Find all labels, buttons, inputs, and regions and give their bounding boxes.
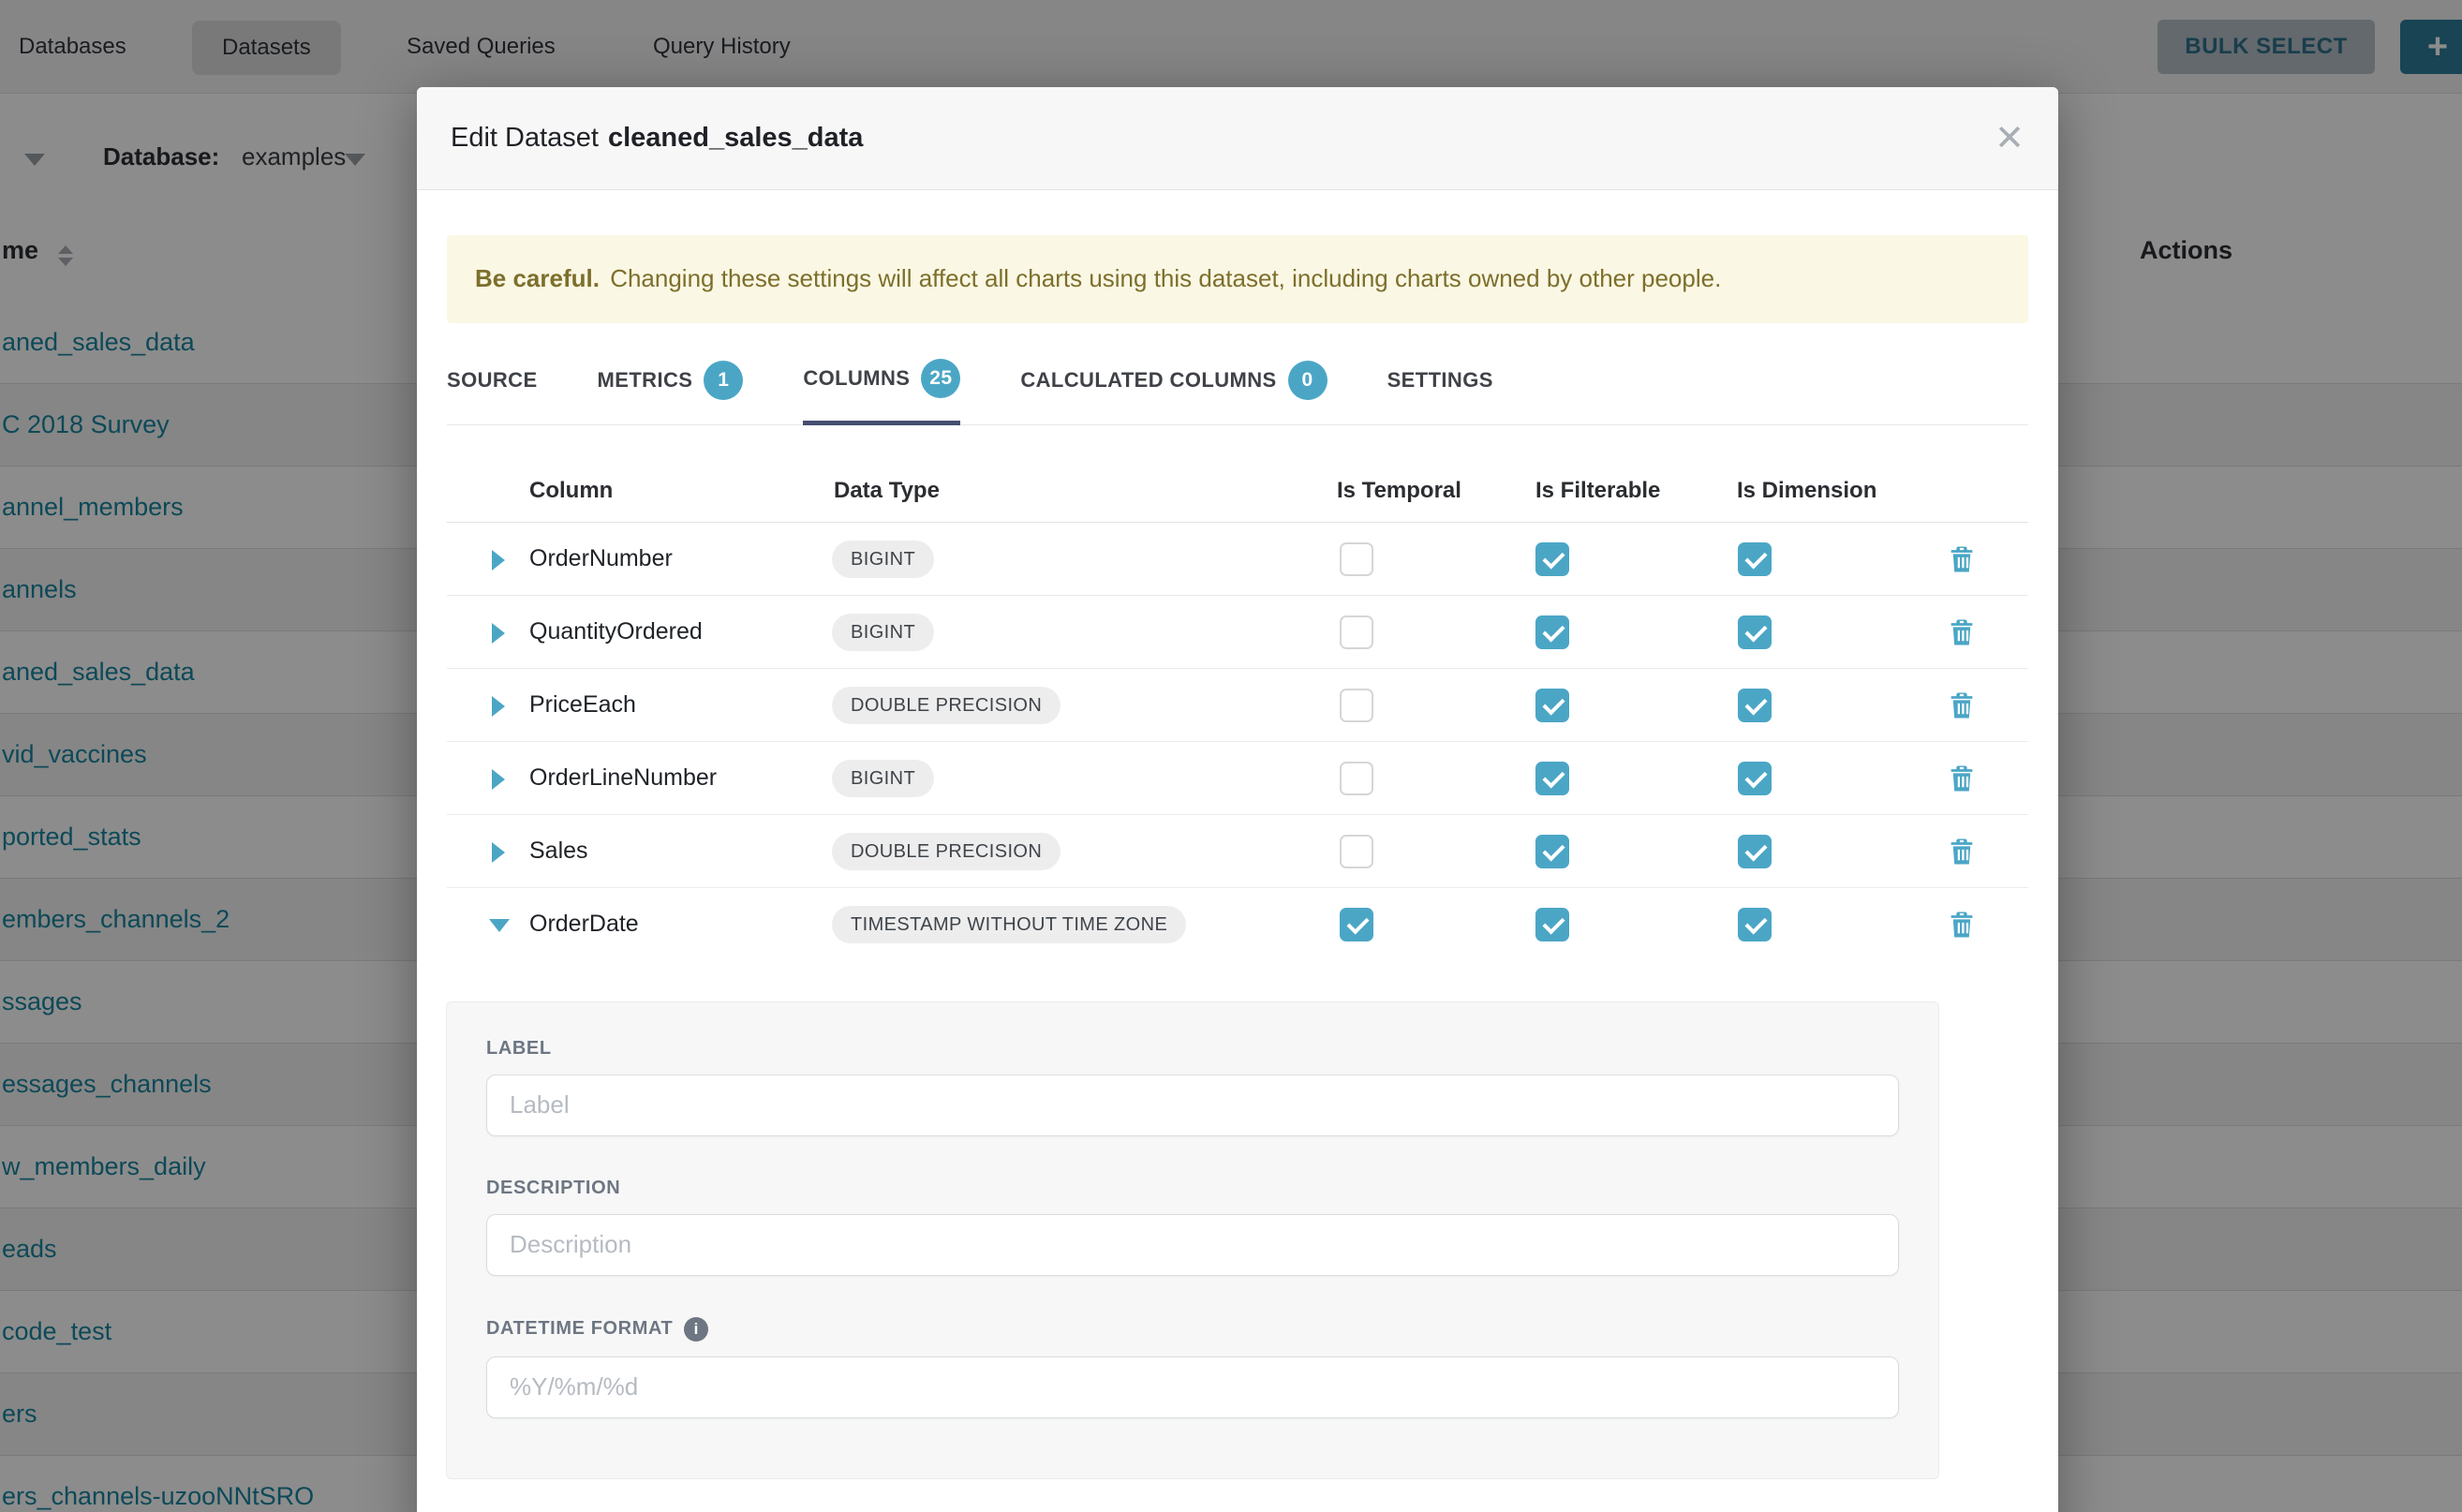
- is-temporal-header: Is Temporal: [1337, 478, 1461, 504]
- expand-caret-icon[interactable]: [492, 623, 505, 644]
- warning-bold: Be careful.: [475, 264, 600, 292]
- expand-caret-icon[interactable]: [492, 550, 505, 571]
- is-dimension-checkbox[interactable]: [1738, 689, 1772, 722]
- expand-caret-icon[interactable]: [492, 769, 505, 790]
- is-filterable-checkbox[interactable]: [1535, 615, 1569, 649]
- is-dimension-checkbox[interactable]: [1738, 542, 1772, 576]
- trash-icon: [1946, 763, 1978, 794]
- is-filterable-checkbox[interactable]: [1535, 908, 1569, 941]
- modal-title: Edit Dataset cleaned_sales_data: [451, 123, 863, 154]
- is-dimension-header: Is Dimension: [1737, 478, 1876, 504]
- is-temporal-checkbox[interactable]: [1340, 908, 1373, 941]
- table-row: OrderLineNumber BIGINT: [447, 742, 2028, 815]
- tab-calculated-columns[interactable]: CALCULATED COLUMNS0: [1020, 359, 1327, 424]
- table-row: Sales DOUBLE PRECISION: [447, 815, 2028, 888]
- is-filterable-checkbox[interactable]: [1535, 762, 1569, 795]
- is-filterable-checkbox[interactable]: [1535, 689, 1569, 722]
- collapse-caret-icon[interactable]: [489, 919, 510, 932]
- is-temporal-checkbox[interactable]: [1340, 542, 1373, 576]
- column-name: OrderLineNumber: [529, 764, 717, 792]
- is-filterable-header: Is Filterable: [1535, 478, 1660, 504]
- data-type-pill: TIMESTAMP WITHOUT TIME ZONE: [832, 906, 1186, 943]
- table-row: OrderNumber BIGINT: [447, 523, 2028, 596]
- column-detail-panel: LABEL DESCRIPTION DATETIME FORMAT i: [446, 1001, 1939, 1479]
- tab-columns[interactable]: COLUMNS25: [803, 359, 960, 425]
- label-field[interactable]: [486, 1075, 1899, 1136]
- delete-column-button[interactable]: [1946, 543, 1978, 575]
- tab-settings[interactable]: SETTINGS: [1387, 359, 1493, 424]
- expand-caret-icon[interactable]: [492, 696, 505, 717]
- modal-title-dataset-name: cleaned_sales_data: [608, 123, 863, 153]
- is-dimension-checkbox[interactable]: [1738, 908, 1772, 941]
- delete-column-button[interactable]: [1946, 763, 1978, 794]
- label-field-label: LABEL: [486, 1038, 1899, 1060]
- is-filterable-checkbox[interactable]: [1535, 835, 1569, 868]
- close-icon[interactable]: ✕: [1995, 121, 2024, 156]
- delete-column-button[interactable]: [1946, 836, 1978, 867]
- tab-metrics[interactable]: METRICS1: [598, 359, 744, 424]
- tab-source[interactable]: SOURCE: [447, 359, 538, 424]
- column-name: OrderNumber: [529, 545, 673, 572]
- warning-text: Changing these settings will affect all …: [610, 264, 1721, 292]
- modal-title-prefix: Edit Dataset: [451, 123, 599, 153]
- trash-icon: [1946, 543, 1978, 575]
- column-name: QuantityOrdered: [529, 618, 703, 645]
- column-name: Sales: [529, 838, 588, 865]
- column-header: Column: [529, 478, 613, 504]
- expand-caret-icon[interactable]: [492, 842, 505, 863]
- data-type-pill: BIGINT: [832, 614, 934, 651]
- data-type-pill: BIGINT: [832, 541, 934, 578]
- data-type-pill: DOUBLE PRECISION: [832, 833, 1060, 870]
- edit-dataset-modal: Edit Dataset cleaned_sales_data ✕ Be care…: [417, 87, 2058, 1512]
- description-field-label: DESCRIPTION: [486, 1178, 1899, 1199]
- modal-header: Edit Dataset cleaned_sales_data ✕: [417, 87, 2058, 190]
- trash-icon: [1946, 689, 1978, 721]
- datetime-format-field[interactable]: [486, 1356, 1899, 1418]
- datetime-format-field-label: DATETIME FORMAT i: [486, 1317, 1899, 1342]
- warning-banner: Be careful. Changing these settings will…: [447, 235, 2028, 323]
- delete-column-button[interactable]: [1946, 689, 1978, 721]
- columns-table: Column Data Type Is Temporal Is Filterab…: [447, 425, 2028, 961]
- metrics-count-badge: 1: [704, 361, 743, 400]
- is-dimension-checkbox[interactable]: [1738, 835, 1772, 868]
- delete-column-button[interactable]: [1946, 616, 1978, 648]
- trash-icon: [1946, 616, 1978, 648]
- trash-icon: [1946, 909, 1978, 941]
- is-temporal-checkbox[interactable]: [1340, 689, 1373, 722]
- calculated-columns-count-badge: 0: [1288, 361, 1327, 400]
- data-type-header: Data Type: [834, 478, 940, 504]
- table-row: PriceEach DOUBLE PRECISION: [447, 669, 2028, 742]
- is-temporal-checkbox[interactable]: [1340, 762, 1373, 795]
- is-filterable-checkbox[interactable]: [1535, 542, 1569, 576]
- delete-column-button[interactable]: [1946, 909, 1978, 941]
- trash-icon: [1946, 836, 1978, 867]
- description-field[interactable]: [486, 1214, 1899, 1276]
- is-temporal-checkbox[interactable]: [1340, 615, 1373, 649]
- data-type-pill: BIGINT: [832, 760, 934, 797]
- columns-count-badge: 25: [921, 359, 960, 398]
- columns-table-header: Column Data Type Is Temporal Is Filterab…: [447, 425, 2028, 523]
- column-name: OrderDate: [529, 911, 639, 938]
- is-dimension-checkbox[interactable]: [1738, 762, 1772, 795]
- data-type-pill: DOUBLE PRECISION: [832, 687, 1060, 724]
- column-name: PriceEach: [529, 691, 636, 719]
- is-temporal-checkbox[interactable]: [1340, 835, 1373, 868]
- table-row-expanded: OrderDate TIMESTAMP WITHOUT TIME ZONE: [447, 888, 2028, 961]
- table-row: QuantityOrdered BIGINT: [447, 596, 2028, 669]
- is-dimension-checkbox[interactable]: [1738, 615, 1772, 649]
- info-icon[interactable]: i: [684, 1317, 708, 1342]
- modal-tabs: SOURCE METRICS1 COLUMNS25 CALCULATED COL…: [447, 359, 2028, 425]
